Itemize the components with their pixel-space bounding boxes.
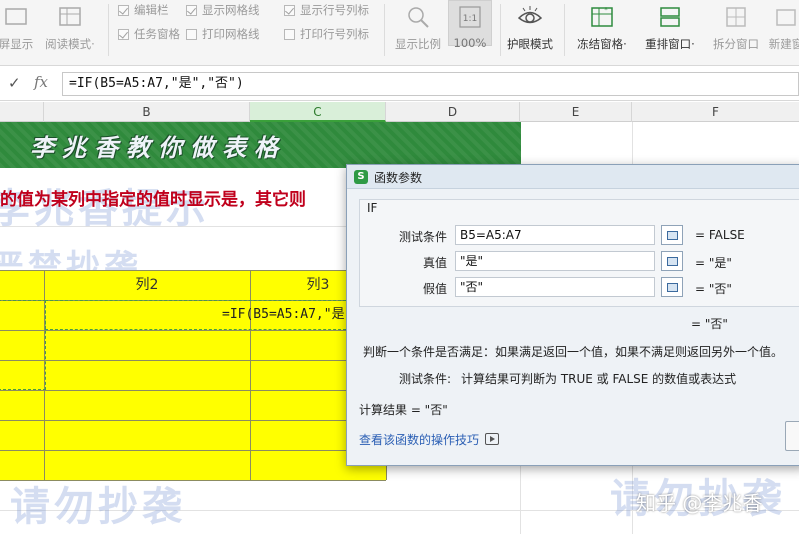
checkbox-icon (284, 28, 295, 40)
table-border (0, 420, 386, 421)
banner-title: 李兆香教你做表格 (30, 134, 286, 162)
arg-input-true-value[interactable]: "是" (455, 251, 655, 271)
column-header-b[interactable]: B (44, 102, 250, 122)
confirm-check-icon[interactable]: ✓ (8, 74, 21, 92)
checkbox-icon (118, 4, 129, 16)
ribbon-separator (384, 4, 385, 56)
title-banner: 李兆香教你做表格 (0, 122, 521, 168)
svg-text:*: * (604, 6, 608, 14)
calc-result: 计算结果 = "否" (359, 403, 448, 417)
function-name: IF (367, 201, 378, 215)
arg-input-false-value[interactable]: "否" (455, 277, 655, 297)
arg-result-true-value: = "是" (695, 256, 732, 270)
formula-input[interactable]: =IF(B5=A5:A7,"是","否") (62, 72, 799, 96)
checkbox-formula-bar[interactable]: 编辑栏 (118, 2, 169, 18)
formula-bar: ✓ fx =IF(B5=A5:A7,"是","否") (0, 67, 799, 101)
fx-icon[interactable]: fx (34, 73, 48, 91)
zoom-100-icon: 1:1 (459, 6, 481, 28)
checkbox-show-gridlines[interactable]: 显示网格线 (186, 2, 260, 18)
video-play-icon[interactable] (485, 433, 499, 445)
split-window-icon (726, 7, 746, 27)
arg-label-condition: 测试条件 (398, 230, 447, 244)
copy-selection-marquee (0, 300, 46, 390)
table-border (0, 390, 386, 391)
fullscreen-icon (5, 8, 27, 25)
arg-result-false-value: = "否" (695, 282, 732, 296)
checkbox-print-gridlines[interactable]: 打印网格线 (186, 26, 260, 42)
table-border (0, 450, 386, 451)
arg-result-condition: = FALSE (695, 228, 745, 242)
arrange-windows-icon (660, 7, 680, 27)
ribbon-separator (108, 4, 109, 56)
new-window-icon (776, 9, 796, 26)
wps-logo-icon: S (354, 170, 368, 184)
eye-protection-button[interactable]: 护眼模式 (502, 0, 558, 60)
reading-mode-icon (59, 7, 81, 26)
ribbon-separator (564, 4, 565, 56)
column-header-e[interactable]: E (520, 102, 632, 122)
function-description: 判断一个条件是否满足：如果满足返回一个值，如果不满足则返回另外一个值。 (363, 345, 784, 359)
arrange-windows-button[interactable]: 重排窗口· (638, 0, 702, 60)
checkbox-print-headings[interactable]: 打印行号列标 (284, 26, 369, 42)
zoom-icon (408, 7, 429, 28)
new-window-button[interactable]: 新建窗 (766, 0, 799, 60)
ribbon-separator (500, 4, 501, 56)
checkbox-show-headings[interactable]: 显示行号列标 (284, 2, 369, 18)
range-picker-icon[interactable] (661, 251, 683, 271)
freeze-panes-button[interactable]: * 冻结窗格· (570, 0, 634, 60)
zoom-100-label-group: 1:1 100% (448, 0, 492, 60)
table-border (0, 360, 386, 361)
table-border (0, 330, 386, 331)
checkbox-icon (186, 4, 197, 16)
eye-icon (517, 6, 543, 24)
ribbon-toolbar: 屏显示 阅读模式· 编辑栏 任务窗格 显示网格线 打印网格线 显示行号列标 打印… (0, 0, 799, 66)
freeze-panes-icon: * (591, 6, 613, 27)
arg-label-false-value: 假值 (422, 282, 447, 296)
dialog-titlebar[interactable]: S 函数参数 (347, 165, 799, 189)
overall-result: = "否" (691, 317, 728, 331)
zhihu-watermark: 知乎 @李兆香 (636, 491, 763, 515)
dialog-title: 函数参数 (374, 171, 423, 185)
column-header-c[interactable]: C (250, 102, 386, 122)
checkbox-icon (284, 4, 295, 16)
param-description-label: 测试条件: (399, 372, 452, 386)
checkbox-icon (118, 28, 129, 40)
checkbox-icon (186, 28, 197, 40)
range-picker-icon[interactable] (661, 225, 683, 245)
svg-text:1:1: 1:1 (463, 14, 477, 24)
watermark: 请勿抄袭 (10, 484, 186, 530)
column-header-bar: B C D E F (0, 102, 799, 122)
split-window-button[interactable]: 拆分窗口 (708, 0, 764, 60)
param-description: 计算结果可判断为 TRUE 或 FALSE 的数值或表达式 (461, 372, 737, 386)
function-arguments-dialog: S 函数参数 IF 测试条件 B5=A5:A7 = FALSE 真值 "是" =… (346, 164, 799, 466)
arg-input-condition[interactable]: B5=A5:A7 (455, 225, 655, 245)
ok-button[interactable] (785, 421, 799, 451)
column-header-d[interactable]: D (386, 102, 520, 122)
table-header-col2[interactable]: 列2 (44, 270, 250, 300)
fullscreen-button[interactable]: 屏显示 (0, 0, 36, 60)
column-header-a[interactable] (0, 102, 44, 122)
arg-label-true-value: 真值 (422, 256, 447, 270)
active-cell-formula[interactable]: =IF(B5=A5:A7,"是 (222, 300, 345, 330)
reading-mode-button[interactable]: 阅读模式· (40, 0, 100, 60)
column-header-f[interactable]: F (632, 102, 799, 122)
checkbox-task-pane[interactable]: 任务窗格 (118, 26, 180, 42)
help-link[interactable]: 查看该函数的操作技巧 (359, 431, 479, 448)
range-picker-icon[interactable] (661, 277, 683, 297)
instruction-note: 的值为某列中指定的值时显示是，其它则 (0, 190, 306, 210)
zoom-button[interactable]: 显示比例 (390, 0, 446, 60)
